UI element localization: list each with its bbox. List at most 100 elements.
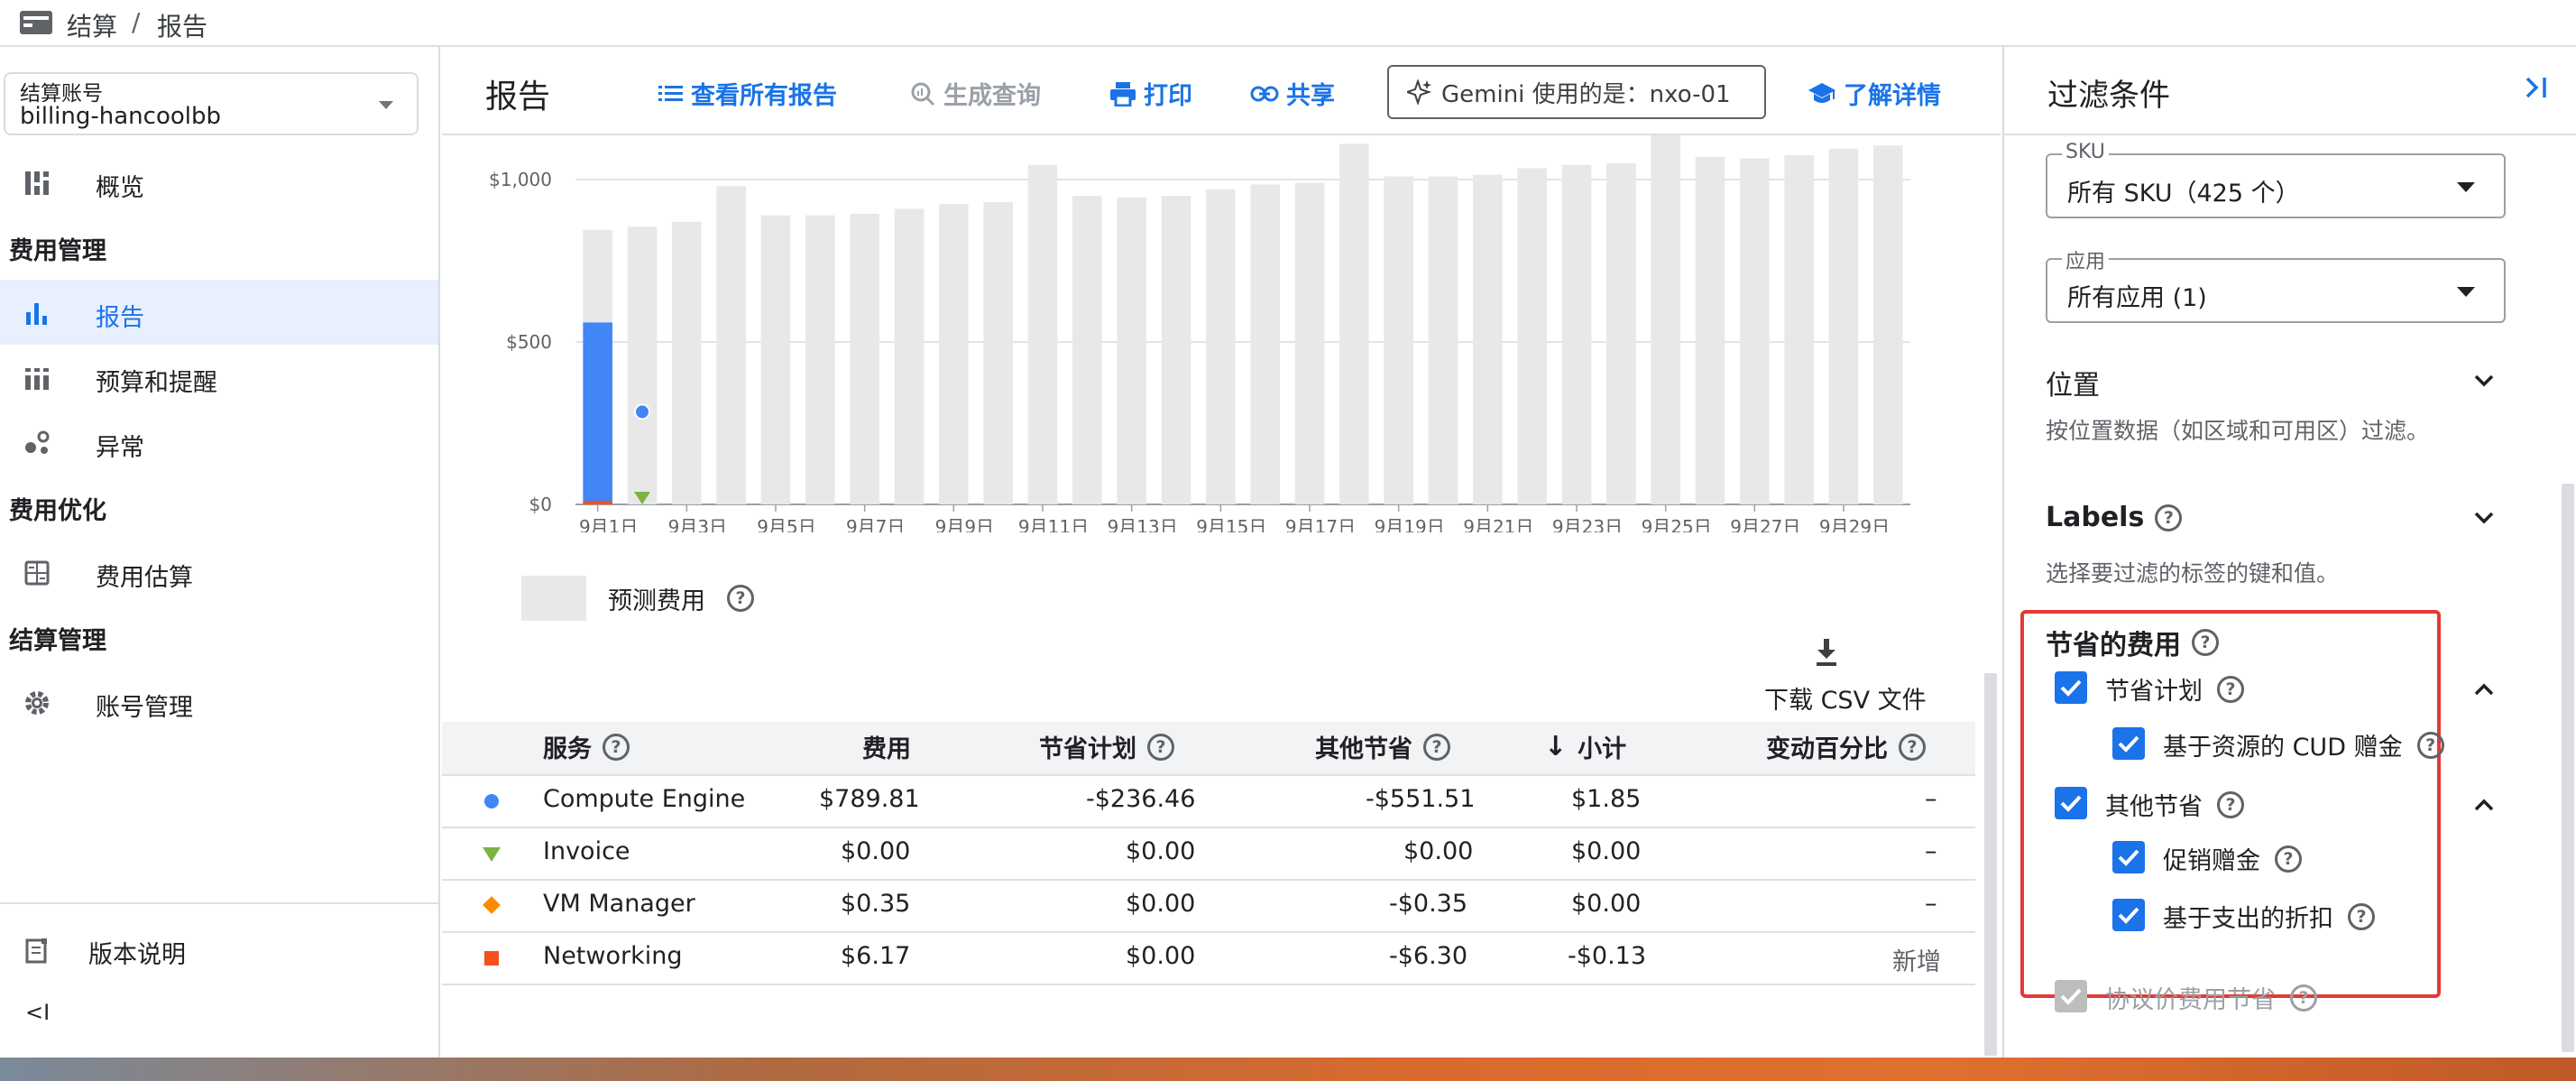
bar-forecast[interactable] [1294,182,1325,504]
column-header-savings-plan[interactable]: 节省计划? [1039,729,1174,764]
gemini-button[interactable]: Gemini 使用的是：nxo-01 [1387,65,1766,119]
cell-other-savings: -$551.51 [1366,785,1476,813]
learn-more-button[interactable]: 了解详情 [1808,76,1941,111]
column-header-cost[interactable]: 费用 [862,729,911,764]
bar-forecast[interactable] [1428,176,1458,504]
other-savings-checkbox[interactable] [2055,787,2087,819]
column-header-service[interactable]: 服务? [543,729,630,764]
sidebar-item-reports[interactable]: 报告 [0,280,438,345]
cud-credit-checkbox[interactable] [2112,727,2145,760]
chevron-down-icon[interactable] [2473,370,2495,392]
chevron-up-icon[interactable] [2473,679,2495,700]
column-header-subtotal[interactable]: ↓ 小计 [1544,729,1626,764]
bar-forecast[interactable] [1517,168,1547,504]
sparkle-icon [1407,79,1432,105]
collapse-sidebar-icon[interactable]: <I [25,1000,50,1025]
bar-forecast[interactable] [716,186,746,504]
row-divider [442,984,1975,985]
cell-change: 新增 [1892,948,1941,976]
bar-forecast[interactable] [1740,158,1770,504]
bar-forecast[interactable] [672,221,702,505]
location-description: 按位置数据（如区域和可用区）过滤。 [2046,418,2430,444]
main-scrollbar[interactable] [1984,673,1997,1056]
report-header: 报告 查看所有报告 生成查询 打印 共享 Gemini 使用的是：nxo-01 … [442,47,2001,135]
spend-discount-checkbox[interactable] [2112,899,2145,931]
help-icon[interactable]: ? [603,733,630,761]
promo-credit-checkbox[interactable] [2112,841,2145,873]
column-header-change[interactable]: 变动百分比? [1766,729,1926,764]
cud-credit-label: 基于资源的 CUD 赠金 [2163,734,2403,762]
generate-query-button[interactable]: 生成查询 [909,76,1041,111]
help-icon[interactable]: ? [2416,731,2444,759]
bar-forecast[interactable] [983,202,1013,504]
bar-forecast[interactable] [1117,197,1146,505]
bar-forecast[interactable] [1072,196,1102,504]
bar-forecast[interactable] [1561,164,1592,505]
bar-forecast[interactable] [1473,174,1503,504]
account-selector[interactable]: 结算账号 billing-hancoolbb [4,72,419,135]
bar-forecast[interactable] [760,215,791,504]
bar-forecast[interactable] [1828,148,1859,505]
bar-forecast[interactable] [1695,156,1725,505]
data-point-marker[interactable] [634,403,650,420]
sidebar-item-anomalies[interactable]: 异常 [0,410,438,475]
help-icon[interactable]: ? [2275,845,2302,873]
bar-forecast[interactable] [627,226,658,504]
bar-forecast[interactable] [894,208,925,504]
sidebar-item-label: 费用估算 [96,564,193,592]
chevron-up-icon[interactable] [2473,794,2495,816]
bar-forecast[interactable] [1384,176,1413,504]
account-label: 结算账号 [20,82,103,106]
cell-service: Networking [543,942,683,970]
column-header-other-savings[interactable]: 其他节省? [1315,729,1450,764]
help-icon[interactable]: ? [1423,733,1450,761]
bar-forecast[interactable] [1027,164,1058,505]
bar-forecast[interactable] [805,215,835,504]
help-icon[interactable]: ? [2217,790,2244,818]
view-all-reports-button[interactable]: 查看所有报告 [658,76,837,111]
chevron-down-icon [379,101,393,109]
sku-select[interactable]: SKU 所有 SKU（425 个） [2046,141,2506,218]
sidebar-item-overview[interactable]: 概览 [0,150,438,215]
labels-title-row[interactable]: Labels ? [2046,502,2183,533]
help-icon[interactable]: ? [1899,733,1926,761]
panel-scrollbar[interactable] [2562,484,2574,1052]
bar-compute-engine[interactable] [583,322,612,504]
filters-title: 过滤条件 [2047,78,2170,114]
check-icon [2060,795,2082,812]
bar-forecast[interactable] [1651,134,1680,504]
bar-forecast[interactable] [939,204,969,504]
bar-forecast[interactable] [850,213,879,505]
sidebar-item-estimate[interactable]: 费用估算 [0,540,438,605]
share-button[interactable]: 共享 [1250,76,1335,111]
help-icon[interactable]: ? [1147,733,1174,761]
help-icon[interactable]: ? [2192,629,2219,656]
x-tick-label: 9月3日 [668,516,727,532]
collapse-panel-icon[interactable] [2522,74,2549,101]
breadcrumb-root[interactable]: 结算 [67,7,117,43]
location-title[interactable]: 位置 [2046,363,2100,402]
bar-forecast[interactable] [1784,155,1814,504]
download-csv-button[interactable]: 下载 CSV 文件 [1759,637,1939,715]
sidebar-item-account-management[interactable]: 账号管理 [0,670,438,735]
help-icon[interactable]: ? [2348,902,2375,930]
print-button[interactable]: 打印 [1109,76,1192,111]
bar-forecast[interactable] [1250,184,1280,504]
bar-forecast[interactable] [1606,163,1636,504]
app-select[interactable]: 应用 所有应用 (1) [2046,245,2506,323]
help-icon[interactable]: ? [2290,984,2317,1012]
savings-plan-checkbox[interactable] [2055,671,2087,704]
bar-forecast[interactable] [1206,189,1236,505]
share-label: 共享 [1286,82,1335,110]
bar-forecast[interactable] [1873,145,1903,504]
cell-service: Invoice [543,837,630,865]
cell-subtotal: $0.00 [1571,837,1642,865]
bar-forecast[interactable] [1339,143,1369,504]
help-icon[interactable]: ? [2217,675,2244,703]
sidebar-item-budgets[interactable]: 预算和提醒 [0,345,438,410]
sidebar-item-release-notes[interactable]: 版本说明 [0,917,438,982]
help-icon[interactable]: ? [2155,504,2183,531]
chevron-down-icon[interactable] [2473,507,2495,529]
help-icon[interactable]: ? [727,585,754,612]
bar-forecast[interactable] [1161,196,1191,504]
